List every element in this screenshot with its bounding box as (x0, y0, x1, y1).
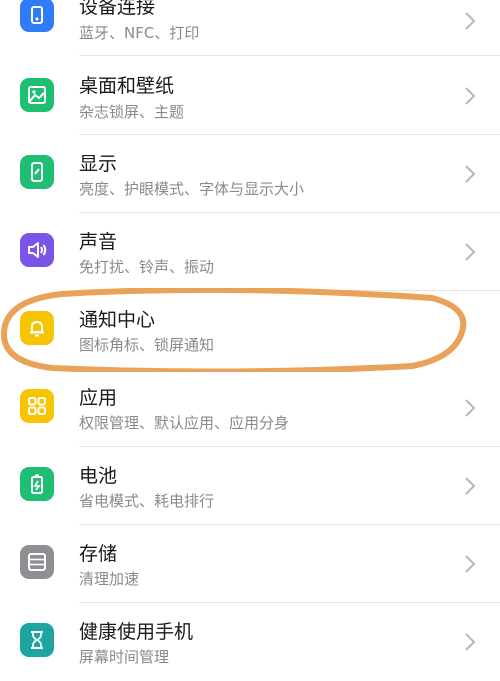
settings-item-title: 声音 (79, 231, 118, 253)
chevron-right-icon (465, 165, 476, 183)
device-connection-icon (20, 0, 54, 32)
settings-item-title: 桌面和壁纸 (79, 75, 175, 97)
wallpaper-icon (20, 78, 54, 112)
bell-icon (20, 311, 54, 345)
sound-icon (20, 233, 54, 267)
chevron-right-icon (465, 12, 476, 30)
settings-item-display[interactable]: 显示 亮度、护眼模式、字体与显示大小 (0, 135, 500, 213)
storage-icon (20, 545, 54, 579)
settings-item-wallpaper[interactable]: 桌面和壁纸 杂志锁屏、主题 (0, 56, 500, 134)
settings-item-title: 应用 (79, 387, 118, 409)
settings-item-subtitle: 蓝牙、NFC、打印 (79, 24, 200, 42)
settings-item-title: 存储 (79, 543, 118, 565)
chevron-right-icon (465, 633, 476, 651)
chevron-right-icon (465, 87, 476, 105)
settings-item-title: 设备连接 (79, 0, 156, 18)
settings-item-title: 通知中心 (79, 309, 156, 331)
settings-item-device-connection[interactable]: 设备连接 蓝牙、NFC、打印 (0, 0, 500, 54)
hourglass-icon (20, 623, 54, 657)
settings-item-subtitle: 图标角标、锁屏通知 (79, 336, 215, 354)
settings-item-digital-balance[interactable]: 健康使用手机 屏幕时间管理 (0, 603, 500, 681)
display-icon (20, 155, 54, 189)
settings-item-apps[interactable]: 应用 权限管理、默认应用、应用分身 (0, 369, 500, 447)
settings-item-subtitle: 亮度、护眼模式、字体与显示大小 (79, 180, 305, 198)
chevron-right-icon (465, 477, 476, 495)
battery-icon (20, 467, 54, 501)
settings-item-subtitle: 省电模式、耗电排行 (79, 492, 215, 510)
apps-grid-icon (20, 389, 54, 423)
chevron-right-icon (465, 243, 476, 261)
settings-item-sound[interactable]: 声音 免打扰、铃声、振动 (0, 213, 500, 291)
settings-item-notification-center[interactable]: 通知中心 图标角标、锁屏通知 (0, 291, 500, 369)
settings-item-storage[interactable]: 存储 清理加速 (0, 525, 500, 603)
settings-item-title: 健康使用手机 (79, 621, 194, 643)
settings-item-subtitle: 权限管理、默认应用、应用分身 (79, 414, 290, 432)
settings-item-title: 显示 (79, 153, 118, 175)
settings-item-subtitle: 杂志锁屏、主题 (79, 103, 185, 121)
chevron-right-icon (465, 555, 476, 573)
settings-item-battery[interactable]: 电池 省电模式、耗电排行 (0, 447, 500, 525)
settings-item-title: 电池 (79, 465, 118, 487)
settings-item-subtitle: 清理加速 (79, 570, 140, 588)
chevron-right-icon (465, 399, 476, 417)
settings-item-subtitle: 免打扰、铃声、振动 (79, 258, 215, 276)
